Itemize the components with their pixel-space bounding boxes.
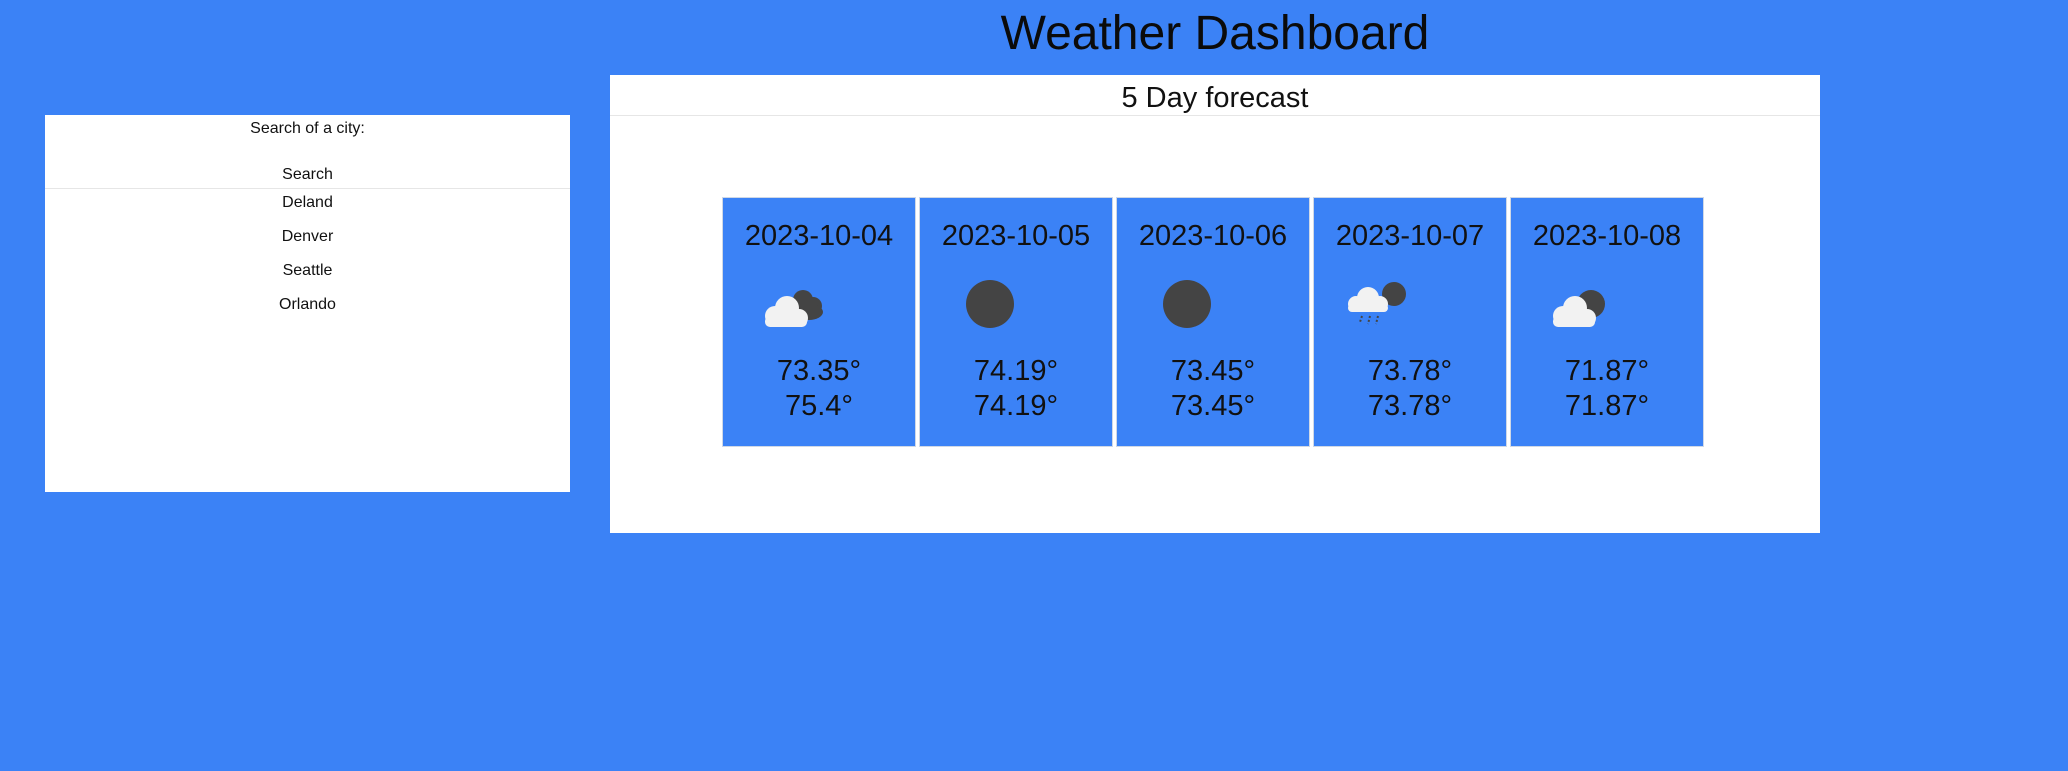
history-item-orlando[interactable]: Orlando [45, 285, 570, 325]
cloudy-night-icon [1553, 290, 1605, 327]
forecast-temp-2: 71.87° [1564, 390, 1650, 422]
forecast-card: 2023-10-05 74.19° 74.19° [919, 197, 1113, 447]
page-title: Weather Dashboard [1000, 7, 1430, 60]
forecast-title: 5 Day forecast [610, 75, 1820, 116]
forecast-card: 2023-10-04 73.35° 75.4° [722, 197, 916, 447]
rain-night-icon [1348, 282, 1406, 325]
forecast-temp-1: 71.87° [1564, 355, 1650, 387]
partly-cloudy-icon [765, 290, 823, 327]
forecast-date: 2023-10-08 [1532, 220, 1682, 252]
forecast-temp-1: 74.19° [973, 355, 1059, 387]
forecast-temp-1: 73.35° [776, 355, 862, 387]
forecast-temp-2: 73.45° [1170, 390, 1256, 422]
forecast-temp-1: 73.78° [1367, 355, 1453, 387]
search-label: Search of a city: [250, 120, 365, 137]
forecast-date: 2023-10-07 [1335, 220, 1485, 252]
forecast-temp-2: 73.78° [1367, 390, 1453, 422]
forecast-card: 2023-10-08 71.87° 71.87° [1510, 197, 1704, 447]
clear-night-icon [966, 280, 1014, 328]
forecast-date: 2023-10-04 [744, 220, 894, 252]
search-history-list: Deland Denver Seattle Orlando [45, 191, 570, 325]
forecast-panel: 5 Day forecast 2023-10-04 73.35° 75.4° 2… [610, 75, 1820, 533]
clear-night-icon [1163, 280, 1211, 328]
forecast-temp-2: 75.4° [784, 390, 854, 422]
forecast-card: 2023-10-06 73.45° 73.45° [1116, 197, 1310, 447]
forecast-temp-1: 73.45° [1170, 355, 1256, 387]
forecast-temp-2: 74.19° [973, 390, 1059, 422]
city-search-input[interactable] [45, 141, 574, 165]
forecast-date: 2023-10-05 [941, 220, 1091, 252]
forecast-cards: 2023-10-04 73.35° 75.4° 2023-10-05 74.19… [722, 197, 1704, 447]
forecast-date: 2023-10-06 [1138, 220, 1288, 252]
forecast-card: 2023-10-07 73.78° 73.78° [1313, 197, 1507, 447]
search-sidebar: Search of a city: Search Deland Denver S… [45, 115, 574, 492]
